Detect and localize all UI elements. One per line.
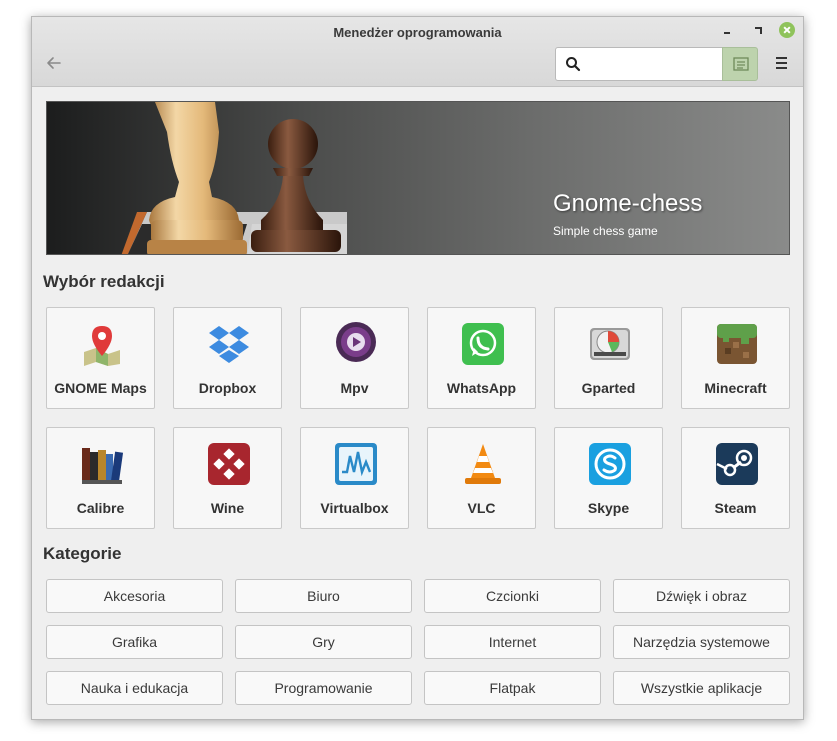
chess-pieces-image	[121, 102, 347, 254]
back-button[interactable]	[42, 53, 66, 73]
grass-block-icon	[717, 324, 757, 364]
category-button-internet[interactable]: Internet	[424, 625, 601, 659]
software-manager-window: Menedżer oprogramowania Gnome-chess Simp…	[31, 16, 804, 720]
map-pin-icon	[84, 326, 120, 366]
window-title: Menedżer oprogramowania	[333, 25, 502, 40]
search-input[interactable]	[586, 52, 718, 76]
banner-subtitle: Simple chess game	[553, 224, 658, 238]
category-button-flatpak[interactable]: Flatpak	[424, 671, 601, 705]
category-button-akcesoria[interactable]: Akcesoria	[46, 579, 223, 613]
app-tile-mpv[interactable]: Mpv	[300, 307, 409, 409]
app-tile-calibre[interactable]: Calibre	[46, 427, 155, 529]
search-icon	[566, 57, 581, 72]
close-button[interactable]	[779, 22, 795, 38]
list-view-icon	[733, 57, 749, 71]
play-icon	[336, 322, 376, 362]
app-label: WhatsApp	[446, 380, 517, 396]
app-label: Gparted	[581, 380, 636, 396]
category-button-narzedzia-systemowe[interactable]: Narzędzia systemowe	[613, 625, 790, 659]
app-label: Wine	[210, 500, 245, 516]
category-button-nauka-i-edukacja[interactable]: Nauka i edukacja	[46, 671, 223, 705]
search-results-button[interactable]	[722, 47, 758, 81]
category-button-biuro[interactable]: Biuro	[235, 579, 412, 613]
app-label: Skype	[587, 500, 630, 516]
editors-picks-heading: Wybór redakcji	[43, 272, 165, 291]
app-tile-wine[interactable]: Wine	[173, 427, 282, 529]
hamburger-menu-button[interactable]	[772, 53, 792, 73]
category-button-dzwiek-i-obraz[interactable]: Dźwięk i obraz	[613, 579, 790, 613]
app-tile-steam[interactable]: Steam	[681, 427, 790, 529]
categories-heading: Kategorie	[43, 544, 122, 563]
app-tile-vlc[interactable]: VLC	[427, 427, 536, 529]
menu-bar-icon	[776, 57, 787, 59]
app-label: Calibre	[76, 500, 125, 516]
minimize-button[interactable]	[720, 23, 736, 39]
category-button-gry[interactable]: Gry	[235, 625, 412, 659]
dropbox-icon	[209, 326, 249, 363]
category-button-czcionki[interactable]: Czcionki	[424, 579, 601, 613]
category-button-grafika[interactable]: Grafika	[46, 625, 223, 659]
app-tile-gparted[interactable]: Gparted	[554, 307, 663, 409]
disk-icon	[590, 328, 630, 360]
app-label: GNOME Maps	[54, 380, 147, 396]
menu-bar-icon	[776, 62, 787, 64]
traffic-cone-icon	[465, 444, 501, 484]
app-tile-skype[interactable]: Skype	[554, 427, 663, 529]
books-icon	[82, 448, 124, 484]
menu-bar-icon	[776, 67, 787, 69]
app-tile-minecraft[interactable]: Minecraft	[681, 307, 790, 409]
whatsapp-icon	[462, 323, 504, 365]
maximize-button[interactable]	[750, 23, 766, 39]
app-label: VLC	[467, 500, 496, 516]
app-tile-whatsapp[interactable]: WhatsApp	[427, 307, 536, 409]
wine-icon	[208, 443, 250, 485]
arrow-left-icon	[47, 57, 61, 69]
category-button-programowanie[interactable]: Programowanie	[235, 671, 412, 705]
app-label: Dropbox	[198, 380, 257, 396]
app-label: Minecraft	[704, 380, 767, 396]
banner-title: Gnome-chess	[553, 190, 703, 217]
app-label: Steam	[714, 500, 757, 516]
app-tile-dropbox[interactable]: Dropbox	[173, 307, 282, 409]
app-tile-gnome-maps[interactable]: GNOME Maps	[46, 307, 155, 409]
header-bar: Menedżer oprogramowania	[32, 17, 803, 87]
category-button-wszystkie-aplikacje[interactable]: Wszystkie aplikacje	[613, 671, 790, 705]
search-box[interactable]	[555, 47, 723, 81]
app-label: Mpv	[340, 380, 369, 396]
skype-icon	[589, 443, 631, 485]
app-label: Virtualbox	[320, 500, 389, 516]
steam-icon	[716, 443, 758, 485]
featured-banner[interactable]: Gnome-chess Simple chess game	[46, 101, 790, 255]
app-tile-virtualbox[interactable]: Virtualbox	[300, 427, 409, 529]
virtualbox-icon	[335, 443, 377, 485]
